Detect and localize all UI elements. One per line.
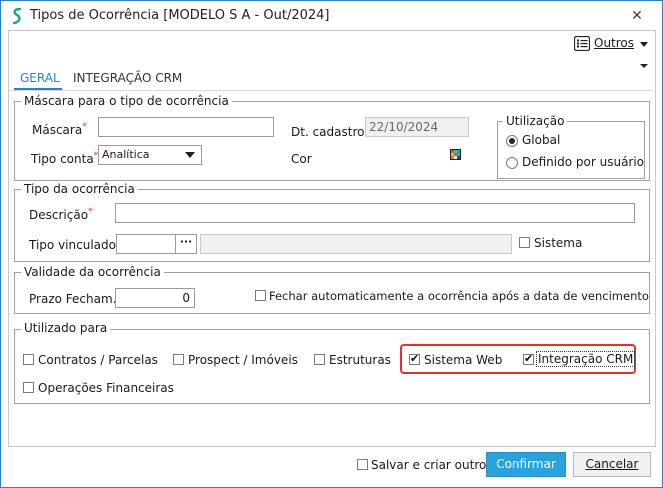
tipo-conta-value: Analítica (102, 148, 150, 161)
tipo-ocorrencia-title: Tipo da ocorrência (21, 182, 138, 196)
dt-cadastro-field: 22/10/2024 (365, 117, 469, 137)
ellipsis-icon: ··· (179, 235, 193, 248)
mascara-input[interactable] (98, 117, 274, 137)
close-icon[interactable]: ✕ (626, 6, 648, 26)
tipo-vinculado-code-input[interactable] (116, 234, 176, 254)
definido-por-usuario-radio[interactable] (506, 157, 518, 169)
tab-integracao-crm[interactable]: INTEGRAÇÃO CRM (73, 71, 182, 85)
tipo-vinculado-lookup-button[interactable]: ··· (175, 234, 197, 254)
outros-label: Outros (594, 36, 635, 50)
tab-geral[interactable]: GERAL (20, 71, 60, 85)
dt-cadastro-label: Dt. cadastro (291, 125, 365, 139)
prazo-input[interactable]: 0 (115, 288, 195, 308)
salvar-criar-outro-label: Salvar e criar outro (371, 458, 487, 472)
tipo-conta-select[interactable]: Analítica (98, 145, 202, 165)
tipo-conta-label: Tipo conta* (31, 151, 99, 166)
estruturas-label: Estruturas (329, 353, 391, 367)
sistema-web-checkbox[interactable] (409, 352, 420, 365)
fechar-auto-label: Fechar automaticamente a ocorrência após… (269, 289, 649, 303)
global-label: Global (522, 133, 561, 147)
prospect-checkbox[interactable] (173, 354, 184, 365)
definido-por-usuario-label: Definido por usuário (522, 155, 645, 169)
descricao-input[interactable] (115, 203, 635, 223)
salvar-criar-outro-checkbox[interactable] (357, 459, 368, 470)
operacoes-label: Operações Financeiras (38, 381, 174, 395)
list-menu-icon (574, 36, 590, 51)
global-radio[interactable] (506, 135, 518, 147)
contratos-label: Contratos / Parcelas (38, 353, 158, 367)
tab-separator (9, 90, 653, 91)
prazo-value: 0 (182, 291, 190, 305)
dropdown-arrow-icon (185, 152, 195, 158)
validade-title: Validade da ocorrência (21, 265, 164, 279)
tipo-vinculado-label: Tipo vinculado (29, 238, 116, 252)
color-picker-icon[interactable] (450, 149, 461, 160)
tipo-vinculado-description (200, 234, 512, 254)
window-title: Tipos de Ocorrência [MODELO S A - Out/20… (30, 8, 330, 23)
cor-label: Cor (291, 152, 312, 166)
mascara-group-title: Máscara para o tipo de ocorrência (21, 94, 232, 108)
prazo-label: Prazo Fecham. (29, 292, 117, 306)
sistema-checkbox[interactable] (519, 237, 530, 248)
confirmar-button[interactable]: Confirmar (486, 452, 566, 477)
utilizacao-group (497, 121, 645, 179)
chevron-down-icon (640, 42, 648, 47)
integracao-crm-label: Integração CRM (535, 351, 636, 367)
estruturas-checkbox[interactable] (314, 354, 325, 365)
operacoes-checkbox[interactable] (23, 382, 34, 393)
confirmar-label: Confirmar (496, 457, 556, 471)
sistema-web-label: Sistema Web (424, 353, 503, 367)
contratos-checkbox[interactable] (23, 354, 34, 365)
sistema-label: Sistema (534, 236, 583, 250)
fechar-auto-checkbox[interactable] (255, 290, 266, 301)
utilizacao-title: Utilização (503, 114, 568, 128)
utilizado-para-title: Utilizado para (21, 321, 111, 335)
dt-cadastro-value: 22/10/2024 (369, 120, 439, 134)
chevron-down-icon[interactable] (640, 64, 648, 68)
cancelar-label: Cancelar (585, 457, 639, 471)
prospect-label: Prospect / Imóveis (188, 353, 298, 367)
integracao-crm-checkbox[interactable] (523, 352, 534, 365)
descricao-label: Descrição* (29, 207, 93, 222)
cancelar-button[interactable]: Cancelar (573, 452, 651, 477)
outros-menu-button[interactable]: Outros (572, 35, 652, 53)
mascara-label: Máscara* (32, 122, 87, 137)
app-logo-icon (12, 7, 22, 25)
